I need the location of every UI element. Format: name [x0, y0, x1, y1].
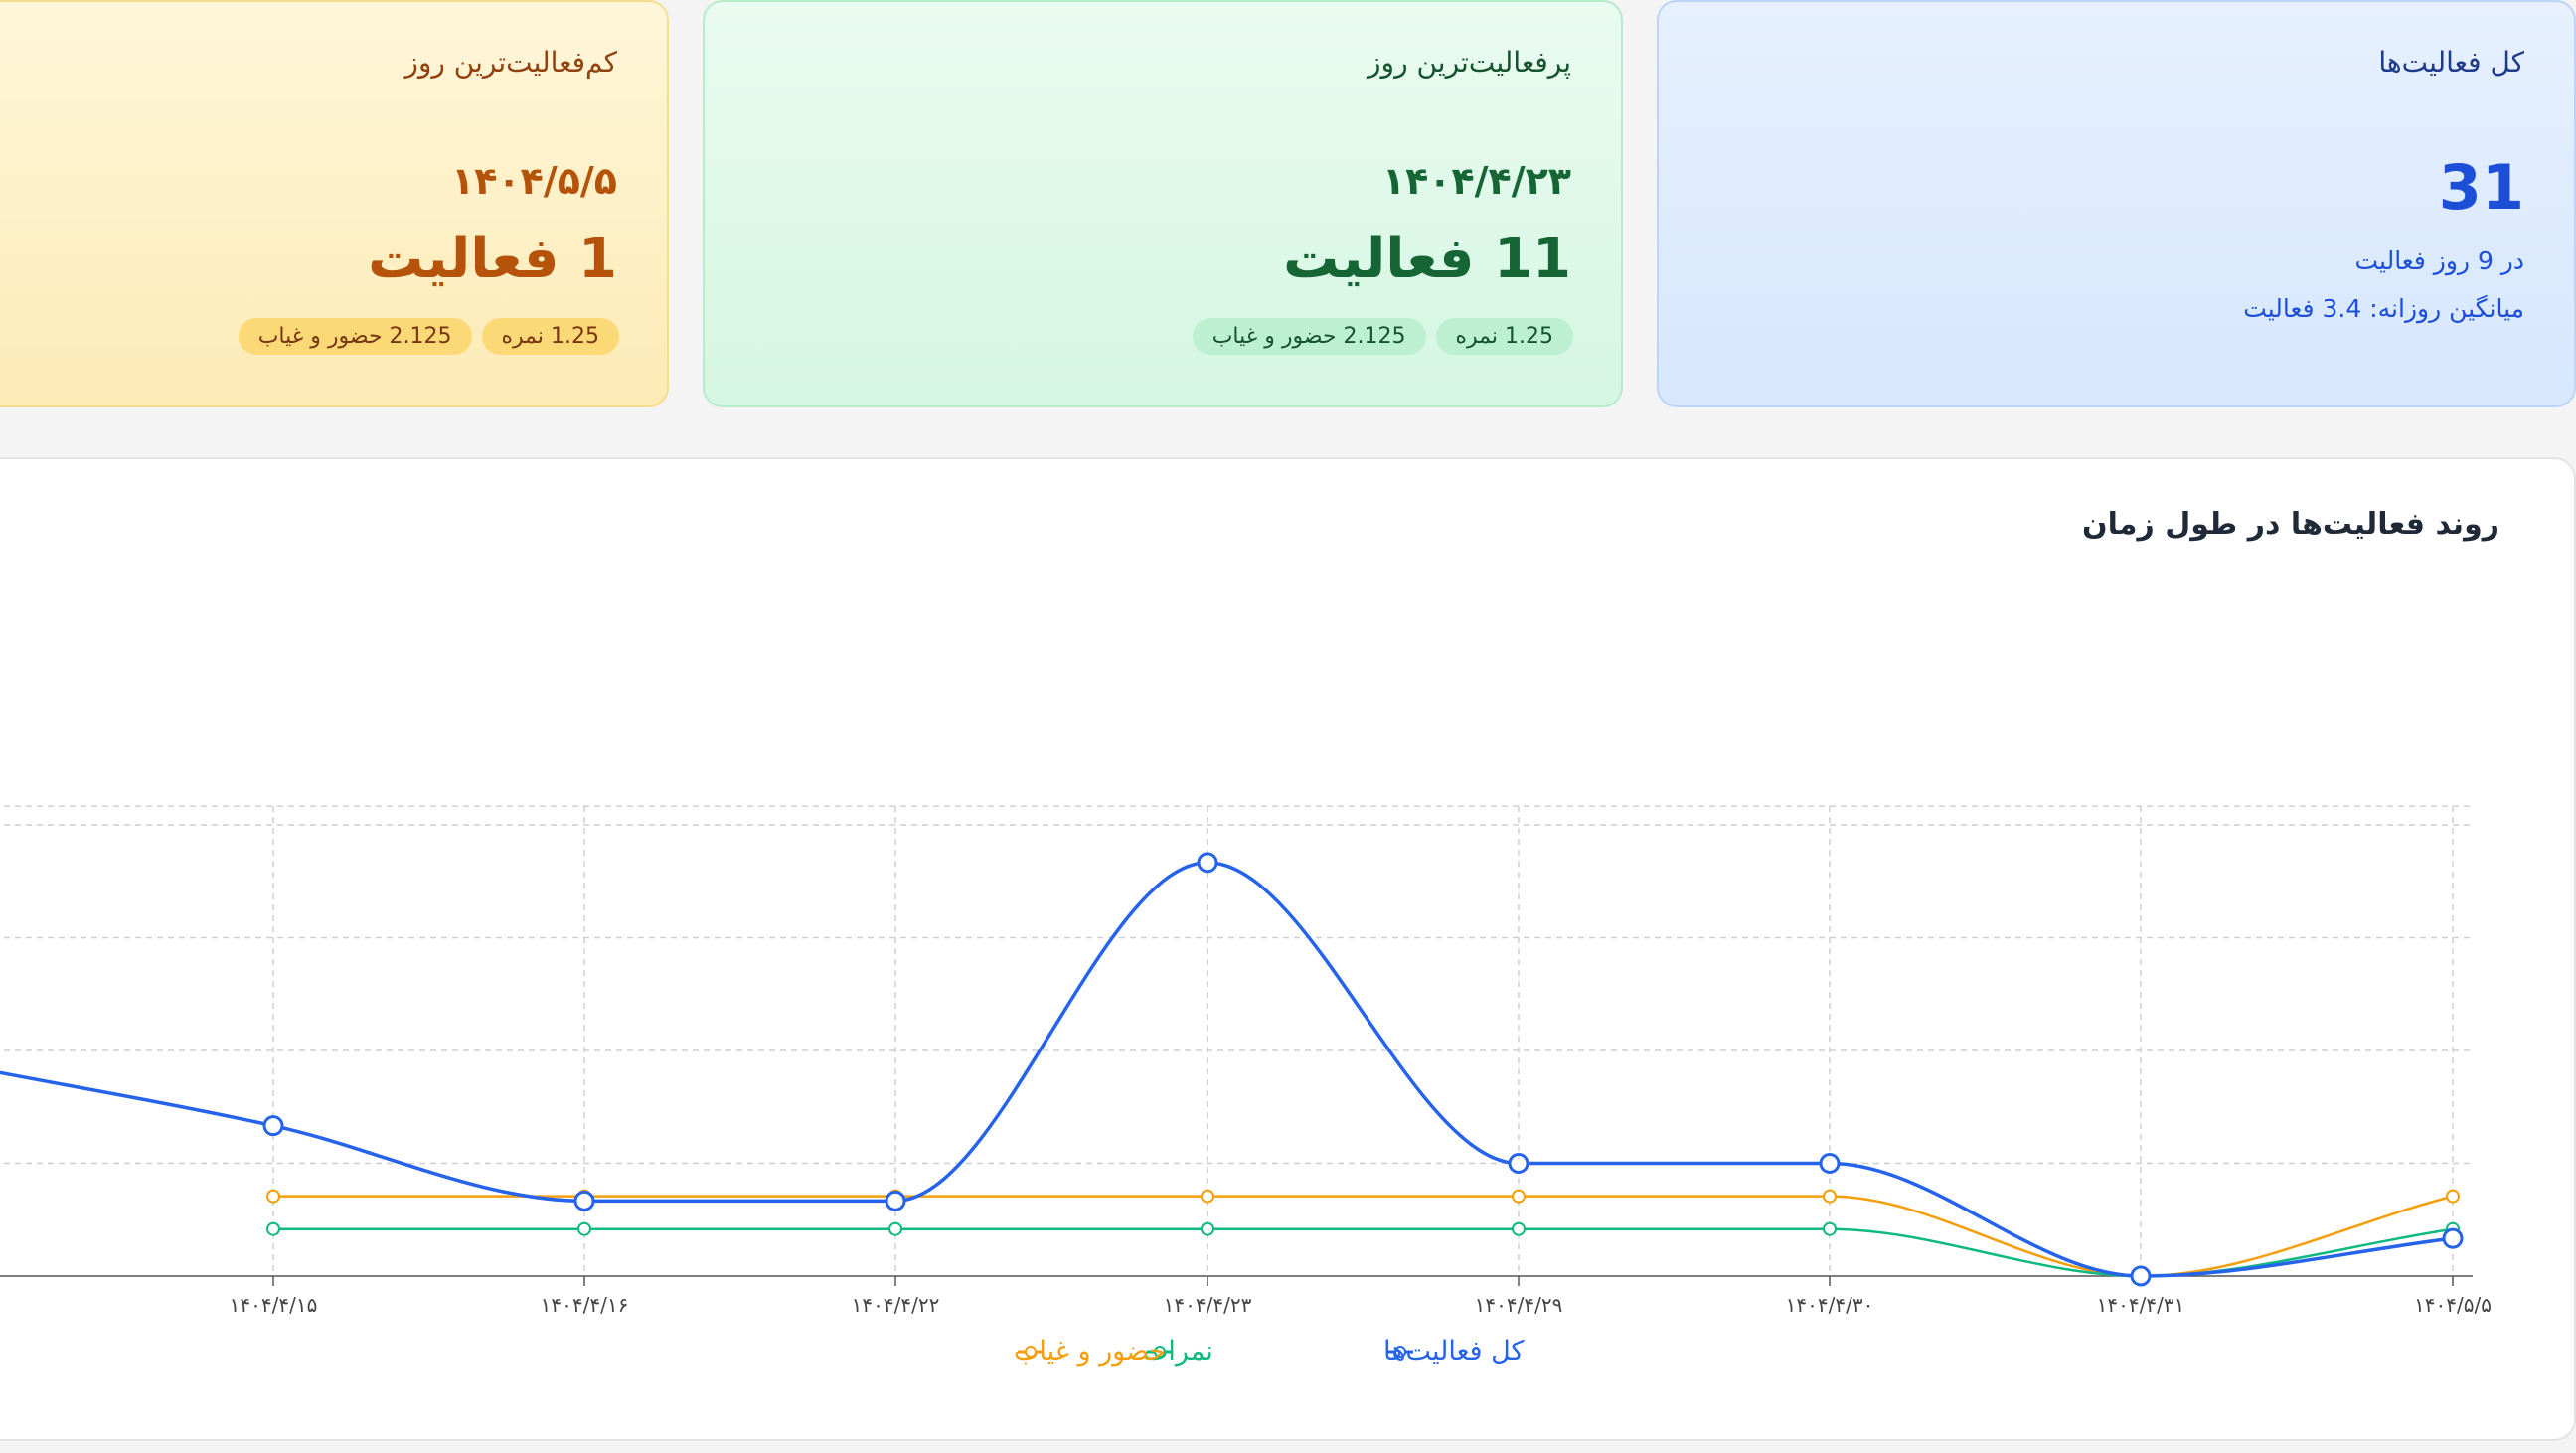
- grades-badge: 1.25 نمره: [481, 318, 619, 355]
- series-total-activities-point: [573, 1190, 595, 1211]
- most-active-count: 11 فعالیت: [1283, 227, 1571, 291]
- series-attendance-point: [1201, 1189, 1214, 1204]
- series-total-activities-point: [1508, 1153, 1530, 1174]
- dashboard-page: کل فعالیت‌ها 31 در 9 روز فعالیت میانگین …: [0, 0, 2576, 1453]
- series-attendance-point: [1823, 1189, 1837, 1204]
- x-tick-label: ۱۴۰۴/۴/۳۰: [1786, 1293, 1874, 1317]
- total-activities-value: 31: [2438, 151, 2524, 224]
- x-tick-label: ۱۴۰۴/۴/۳۱: [2097, 1293, 2185, 1317]
- series-grades-point: [1512, 1221, 1526, 1236]
- series-grades-point: [266, 1221, 280, 1236]
- x-tick-label: ۱۴۰۴/۵/۵: [2414, 1293, 2492, 1317]
- attendance-badge: 2.125 حضور و غیاب: [1192, 318, 1426, 355]
- series-total-activities-point: [885, 1190, 906, 1211]
- activity-trend-panel: روند فعالیت‌ها در طول زمان ۱۴۰۴/۴/۱۵ ۱۴۰۴…: [0, 457, 2576, 1441]
- series-grades-line: [273, 1227, 2454, 1278]
- series-grades-point: [888, 1221, 902, 1236]
- x-tick-label: ۱۴۰۴/۴/۲۹: [1475, 1293, 1563, 1317]
- card-title: کل فعالیت‌ها: [2378, 46, 2524, 79]
- least-active-count: 1 فعالیت: [368, 227, 617, 291]
- series-attendance-line: [272, 1195, 2454, 1278]
- active-days-text: در 9 روز فعالیت: [2354, 246, 2524, 275]
- series-attendance-point: [266, 1189, 280, 1204]
- attendance-badge: 2.125 حضور و غیاب: [238, 318, 472, 355]
- most-active-date: ۱۴۰۴/۴/۲۳: [1381, 159, 1571, 203]
- series-attendance-point: [2446, 1189, 2460, 1204]
- most-active-day-card: پرفعالیت‌ترین روز ۱۴۰۴/۴/۲۳ 11 فعالیت 1.…: [703, 0, 1623, 407]
- series-total-activities-point: [1819, 1153, 1841, 1174]
- badge-group: 1.25 نمره 2.125 حضور و غیاب: [238, 318, 619, 355]
- badge-group: 1.25 نمره 2.125 حضور و غیاب: [1192, 318, 1573, 355]
- series-grades-point: [1201, 1221, 1214, 1236]
- legend-label: حضور و غیاب: [1014, 1336, 1166, 1367]
- grades-badge: 1.25 نمره: [1435, 318, 1573, 355]
- series-total-activities-point: [2130, 1265, 2152, 1287]
- series-grades-point: [1823, 1221, 1837, 1236]
- least-active-day-card: کم‌فعالیت‌ترین روز ۱۴۰۴/۵/۵ 1 فعالیت 1.2…: [0, 0, 669, 407]
- total-activities-card: کل فعالیت‌ها 31 در 9 روز فعالیت میانگین …: [1657, 0, 2576, 407]
- series-total-activities-line: [0, 861, 2454, 1278]
- daily-average-text: میانگین روزانه: 3.4 فعالیت: [2243, 294, 2524, 323]
- legend-label: کل فعالیت‌ها: [1383, 1336, 1525, 1367]
- series-attendance-point: [1512, 1189, 1526, 1204]
- card-title: پرفعالیت‌ترین روز: [1368, 46, 1571, 79]
- x-tick-label: ۱۴۰۴/۴/۲۲: [852, 1293, 940, 1317]
- least-active-date: ۱۴۰۴/۵/۵: [451, 159, 617, 203]
- series-total-activities-point: [262, 1115, 284, 1137]
- activity-trend-chart: ۱۴۰۴/۴/۱۵ ۱۴۰۴/۴/۱۶ ۱۴۰۴/۴/۲۲ ۱۴۰۴/۴/۲۳ ۱۴۰۴…: [0, 805, 2492, 1367]
- series-total-activities-point: [1197, 852, 1218, 874]
- x-tick-label: ۱۴۰۴/۴/۲۳: [1164, 1293, 1252, 1317]
- x-tick-label: ۱۴۰۴/۴/۱۶: [541, 1293, 629, 1317]
- series-total-activities-point: [2442, 1227, 2464, 1249]
- series-grades-point: [577, 1221, 591, 1236]
- card-title: کم‌فعالیت‌ترین روز: [404, 46, 617, 79]
- x-tick-label: ۱۴۰۴/۴/۱۵: [230, 1293, 318, 1317]
